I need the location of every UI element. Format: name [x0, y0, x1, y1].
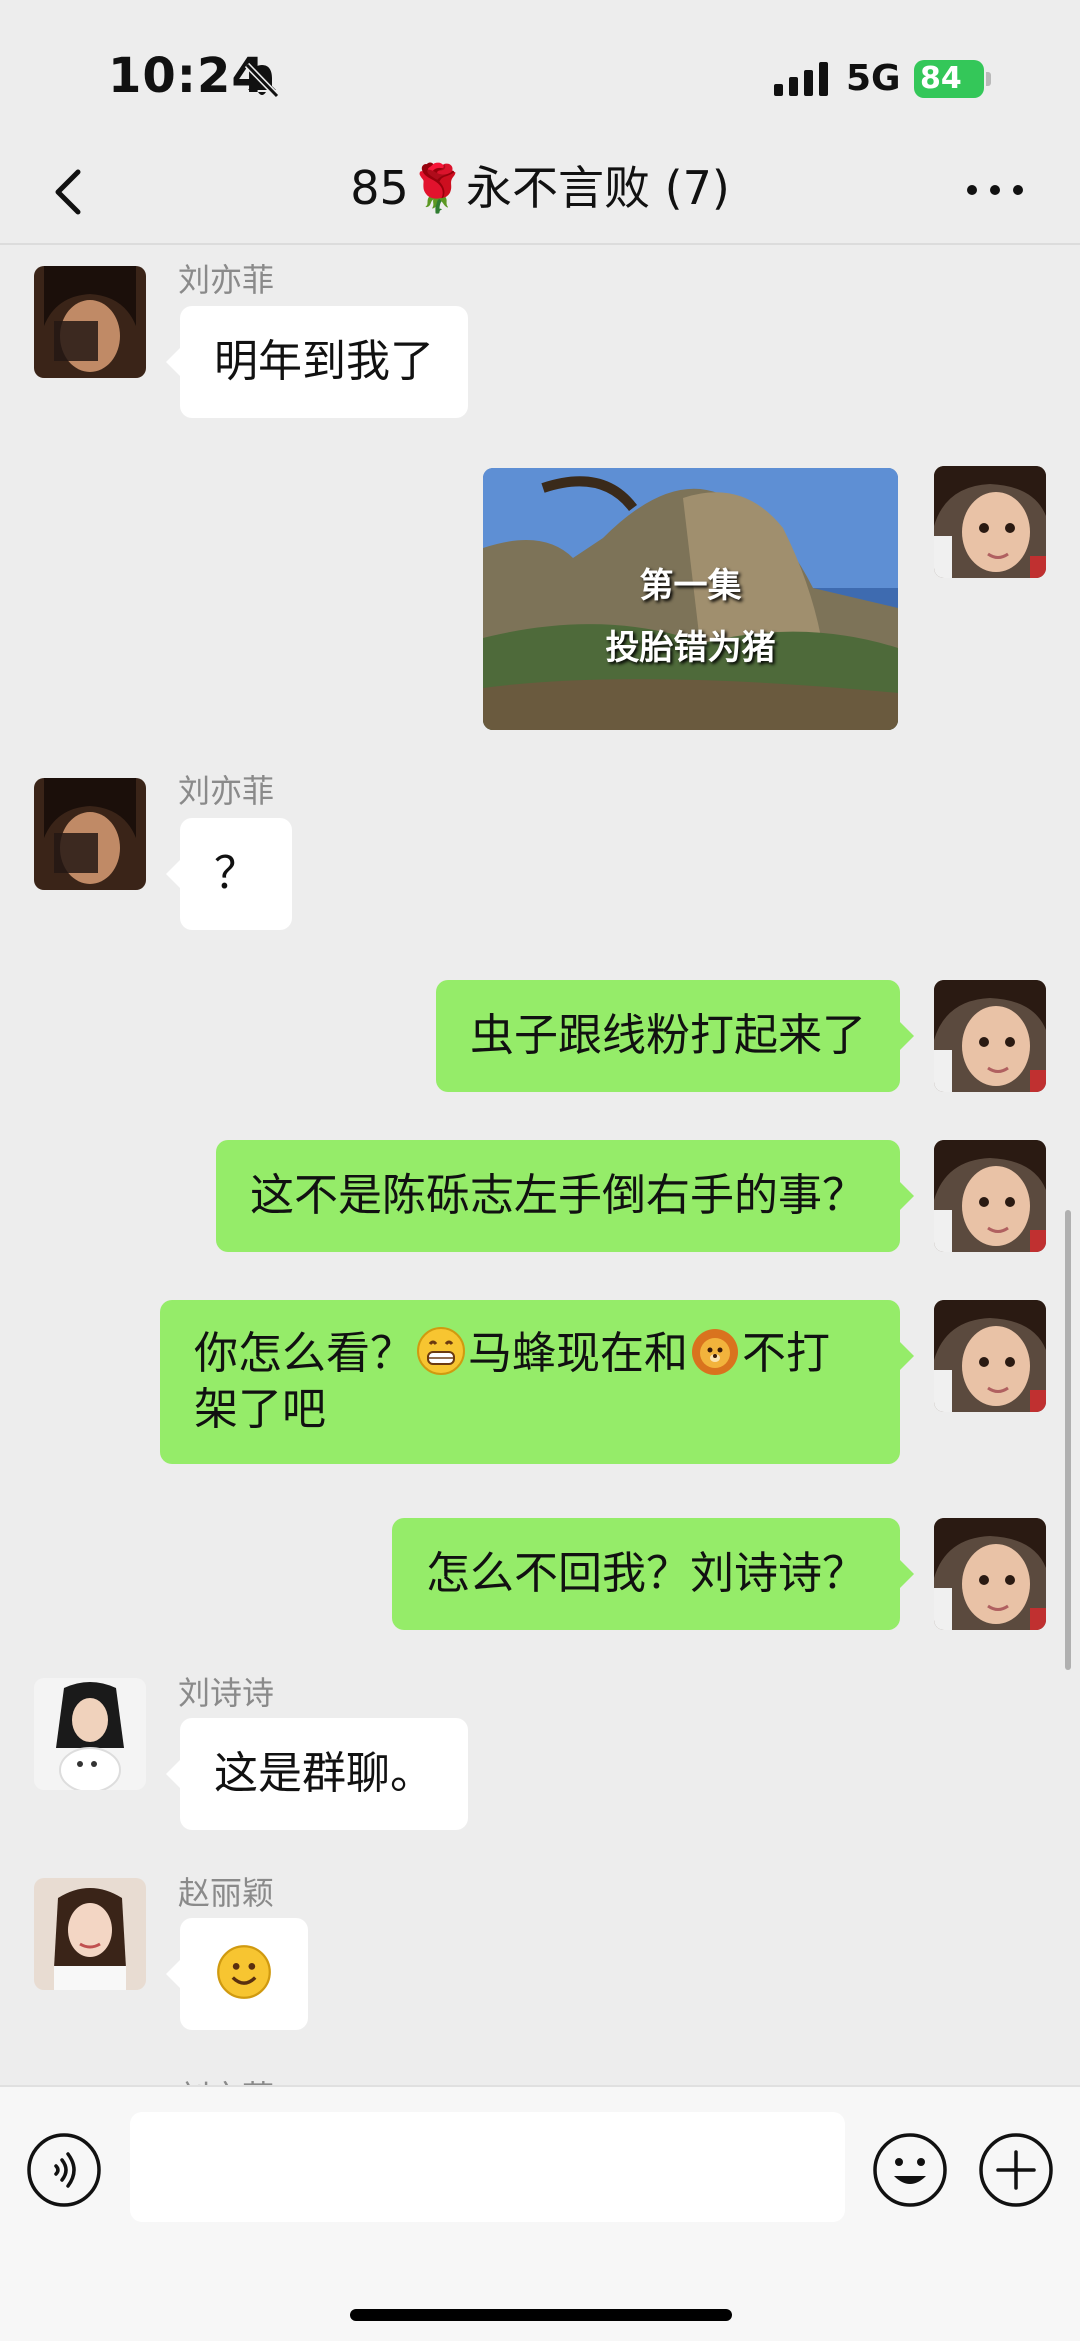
- signal-icon: [774, 62, 828, 96]
- voice-icon[interactable]: [26, 2132, 102, 2208]
- mute-bell-icon: [244, 62, 280, 99]
- sender-name: 刘诗诗: [178, 1674, 275, 1712]
- avatar-self[interactable]: [934, 980, 1046, 1092]
- network-label: 5G: [846, 58, 901, 99]
- chat-title: 85🌹永不言败 (7): [350, 161, 730, 215]
- message-bubble-own[interactable]: 虫子跟线粉打起来了: [436, 980, 914, 1092]
- message-text: 怎么不回我？刘诗诗？: [426, 1548, 866, 1599]
- battery-tip: [986, 72, 991, 86]
- more-icon[interactable]: [960, 170, 1030, 210]
- avatar-self[interactable]: [934, 1140, 1046, 1252]
- avatar-self[interactable]: [934, 1300, 1046, 1412]
- message-text: 虫子跟线粉打起来了: [470, 1010, 866, 1061]
- message-text: 这是群聊。: [214, 1748, 434, 1799]
- message-text: 马蜂现在和: [468, 1328, 688, 1379]
- message-text: 不打: [742, 1328, 830, 1379]
- battery-level: 84: [920, 61, 962, 96]
- message-bubble-own[interactable]: 这不是陈砾志左手倒右手的事？: [216, 1140, 914, 1252]
- status-bar: 10:24 5G 84: [0, 0, 1080, 140]
- avatar-liu-yifei[interactable]: [34, 778, 146, 890]
- message-text: 这不是陈砾志左手倒右手的事？: [250, 1170, 866, 1221]
- avatar-liu-shishi[interactable]: [34, 1678, 146, 1790]
- message-bubble[interactable]: [166, 1918, 308, 2030]
- message-bubble[interactable]: 这是群聊。: [166, 1718, 468, 1830]
- input-bar: [0, 2085, 1080, 2341]
- sender-name: 刘亦菲: [178, 261, 275, 299]
- video-caption-title: 投胎错为猪: [605, 628, 776, 668]
- back-icon[interactable]: [40, 162, 100, 222]
- message-input[interactable]: [130, 2112, 845, 2222]
- grin-emoji-icon: [417, 1327, 465, 1375]
- battery-indicator: 84: [914, 60, 984, 98]
- home-indicator[interactable]: [350, 2309, 732, 2321]
- message-text: ？: [214, 848, 258, 899]
- smile-emoji-icon: [217, 1945, 271, 1999]
- sender-name-partial: 刘亦菲: [178, 2072, 274, 2085]
- message-bubble[interactable]: 明年到我了: [166, 306, 468, 418]
- message-bubble-own[interactable]: 怎么不回我？刘诗诗？: [392, 1518, 914, 1630]
- avatar-zhao-liying[interactable]: [34, 1878, 146, 1990]
- chat-header: 85🌹永不言败 (7): [0, 140, 1080, 245]
- plus-icon[interactable]: [978, 2132, 1054, 2208]
- message-text: 架了吧: [194, 1384, 326, 1435]
- emoji-icon[interactable]: [872, 2132, 948, 2208]
- video-message[interactable]: 第一集 投胎错为猪: [483, 468, 898, 730]
- video-caption-episode: 第一集: [639, 566, 742, 606]
- lion-emoji-icon: [692, 1329, 738, 1375]
- message-text: 你怎么看？: [194, 1328, 414, 1379]
- avatar-self[interactable]: [934, 466, 1046, 578]
- sender-name: 刘亦菲: [178, 772, 275, 810]
- sender-name: 赵丽颖: [178, 1874, 275, 1912]
- avatar-self[interactable]: [934, 1518, 1046, 1630]
- avatar-liu-yifei[interactable]: [34, 266, 146, 378]
- message-bubble-own[interactable]: 你怎么看？ 马蜂现在和 不打架了吧: [160, 1300, 914, 1464]
- scrollbar[interactable]: [1065, 1210, 1071, 1670]
- message-bubble[interactable]: ？: [166, 818, 292, 930]
- message-text: 明年到我了: [214, 336, 434, 387]
